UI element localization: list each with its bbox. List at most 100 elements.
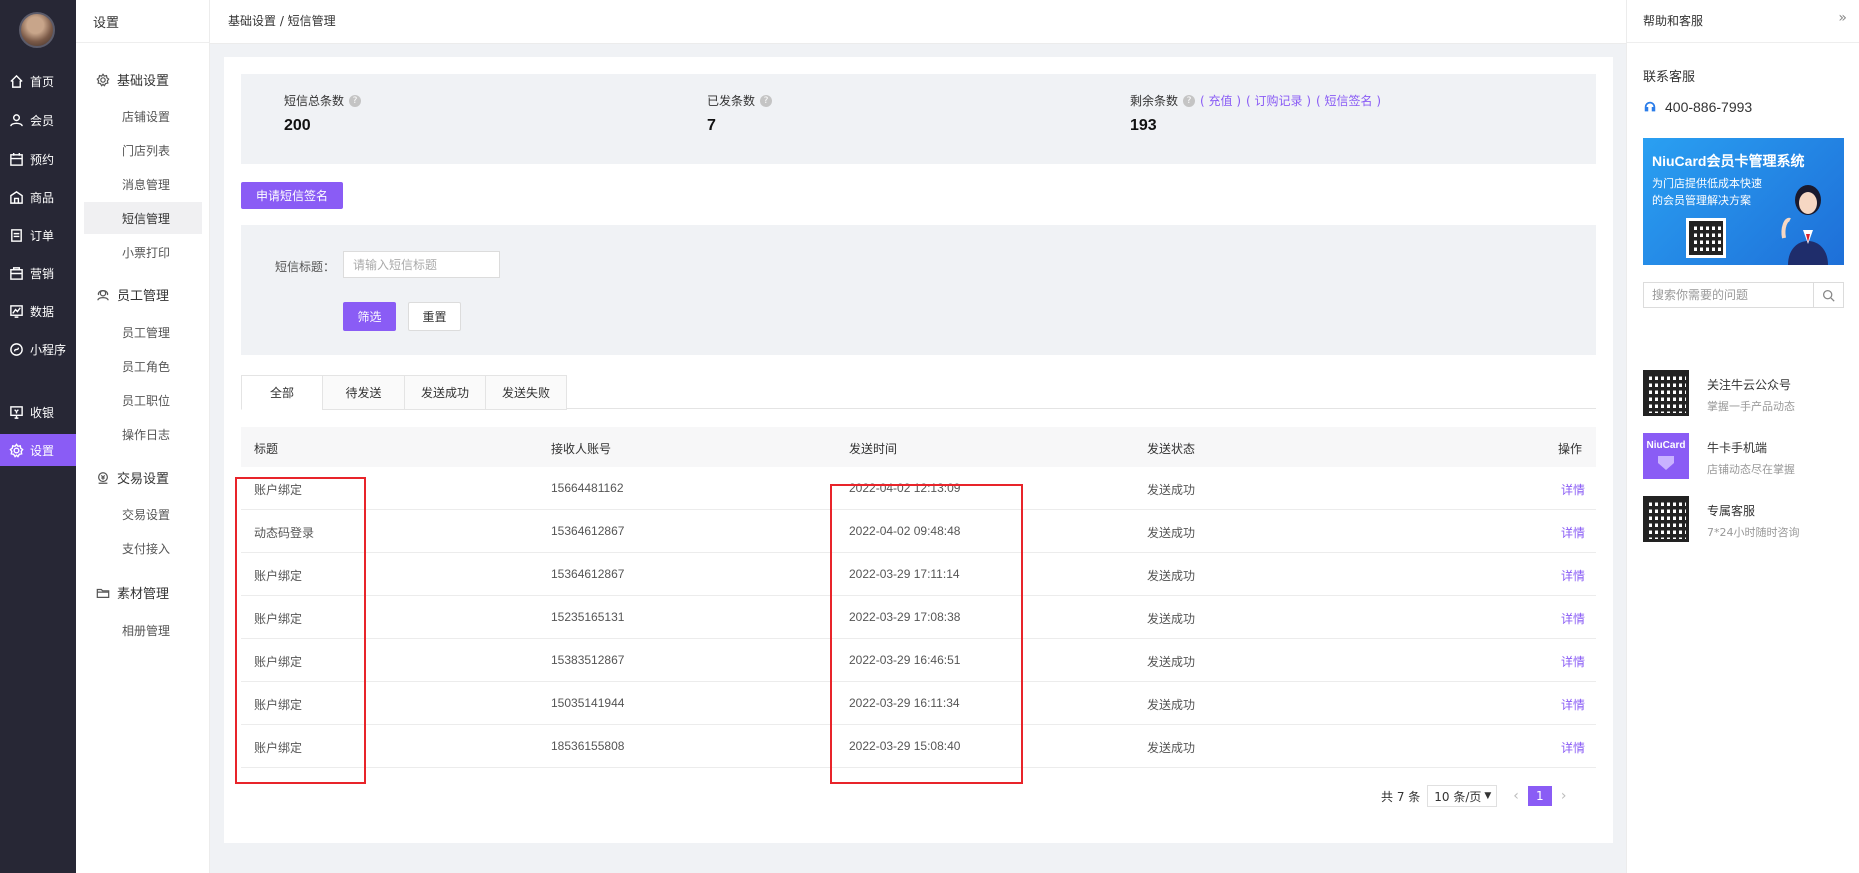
nav-item-label: 首页 bbox=[30, 74, 55, 89]
purchase-records-link[interactable]: ( 订购记录 ) bbox=[1246, 92, 1311, 109]
detail-link[interactable]: 详情 bbox=[1561, 610, 1585, 627]
miniapp-icon bbox=[7, 340, 25, 358]
niucard-banner[interactable]: NiuCard会员卡管理系统 为门店提供低成本快速的会员管理解决方案 bbox=[1643, 138, 1844, 265]
avatar[interactable] bbox=[19, 12, 55, 48]
page-size-select[interactable]: 10 条/页 ▼ bbox=[1427, 785, 1498, 807]
detail-link[interactable]: 详情 bbox=[1561, 481, 1585, 498]
home-icon bbox=[7, 72, 25, 90]
collapse-double-chevron-icon[interactable]: » bbox=[1838, 10, 1847, 26]
sidebar-group-material[interactable]: 素材管理 bbox=[96, 583, 169, 602]
sidebar-item-operation-log[interactable]: 操作日志 bbox=[84, 418, 202, 450]
cell-title: 账户绑定 bbox=[254, 612, 303, 626]
sidebar-group-staff[interactable]: 员工管理 bbox=[96, 285, 169, 304]
promo-title: 牛卡手机端 bbox=[1707, 441, 1768, 455]
detail-link[interactable]: 详情 bbox=[1561, 739, 1585, 756]
sidebar-group-basic[interactable]: 基础设置 bbox=[96, 70, 169, 89]
sidebar-item-store-list[interactable]: 门店列表 bbox=[84, 134, 202, 166]
tab-success[interactable]: 发送成功 bbox=[404, 375, 486, 410]
table-row: 账户绑定 15364612867 2022-03-29 17:11:14 发送成… bbox=[241, 553, 1596, 596]
qr-code-icon bbox=[1643, 370, 1689, 416]
banner-subtitle: 为门店提供低成本快速的会员管理解决方案 bbox=[1652, 177, 1762, 207]
next-page-icon[interactable]: › bbox=[1561, 788, 1567, 804]
nav-item-miniapp[interactable]: 小程序 bbox=[0, 333, 76, 365]
nav-item-label: 会员 bbox=[30, 113, 55, 128]
sidebar-item-payment[interactable]: 支付接入 bbox=[84, 532, 202, 564]
nav-item-data[interactable]: 数据 bbox=[0, 295, 76, 327]
nav-item-marketing[interactable]: 营销 bbox=[0, 257, 76, 289]
help-icon[interactable]: ? bbox=[760, 94, 773, 107]
phone-number: 400-886-7993 bbox=[1665, 99, 1753, 115]
table-row: 账户绑定 15383512867 2022-03-29 16:46:51 发送成… bbox=[241, 639, 1596, 682]
order-icon bbox=[7, 226, 25, 244]
sidebar-item-staff-manage[interactable]: 员工管理 bbox=[84, 316, 202, 348]
nav-item-home[interactable]: 首页 bbox=[0, 65, 76, 97]
sidebar-item-store-settings[interactable]: 店铺设置 bbox=[84, 100, 202, 132]
table-row: 账户绑定 18536155808 2022-03-29 15:08:40 发送成… bbox=[241, 725, 1596, 768]
nav-item-order[interactable]: 订单 bbox=[0, 219, 76, 251]
promo-wechat[interactable]: 关注牛云公众号 掌握一手产品动态 bbox=[1643, 370, 1844, 418]
customer-service-person-icon bbox=[1781, 185, 1828, 265]
caret-down-icon: ▼ bbox=[1484, 791, 1492, 801]
cell-status: 发送成功 bbox=[1147, 741, 1196, 755]
promo-title: 关注牛云公众号 bbox=[1707, 378, 1792, 392]
nav-item-label: 预约 bbox=[30, 152, 55, 167]
nav-item-goods[interactable]: 商品 bbox=[0, 181, 76, 213]
sidebar-item-staff-position[interactable]: 员工职位 bbox=[84, 384, 202, 416]
reset-button[interactable]: 重置 bbox=[408, 302, 461, 331]
cell-status: 发送成功 bbox=[1147, 569, 1196, 583]
service-phone: 400-886-7993 bbox=[1643, 99, 1752, 115]
search-icon bbox=[1822, 289, 1835, 302]
calendar-icon bbox=[7, 150, 25, 168]
tab-all[interactable]: 全部 bbox=[241, 375, 323, 410]
cell-account: 15035141944 bbox=[551, 696, 625, 710]
detail-link[interactable]: 详情 bbox=[1561, 524, 1585, 541]
sidebar-item-album[interactable]: 相册管理 bbox=[84, 614, 202, 646]
sidebar-item-staff-role[interactable]: 员工角色 bbox=[84, 350, 202, 382]
sidebar-item-sms[interactable]: 短信管理 bbox=[84, 202, 202, 234]
detail-link[interactable]: 详情 bbox=[1561, 567, 1585, 584]
nav-item-booking[interactable]: 预约 bbox=[0, 143, 76, 175]
tab-failed[interactable]: 发送失败 bbox=[485, 375, 567, 410]
help-icon[interactable]: ? bbox=[349, 94, 362, 107]
nav-item-cashier[interactable]: 收银 bbox=[0, 396, 76, 428]
nav-item-settings[interactable]: 设置 bbox=[0, 434, 76, 466]
status-tabs: 全部 待发送 发送成功 发送失败 bbox=[241, 375, 1596, 410]
tab-pending[interactable]: 待发送 bbox=[322, 375, 405, 410]
col-account: 接收人账号 bbox=[551, 442, 612, 456]
detail-link[interactable]: 详情 bbox=[1561, 653, 1585, 670]
cell-title: 账户绑定 bbox=[254, 698, 303, 712]
help-icon[interactable]: ? bbox=[1183, 94, 1196, 107]
sms-signature-link[interactable]: ( 短信签名 ) bbox=[1316, 92, 1381, 109]
recharge-link[interactable]: ( 充值 ) bbox=[1200, 92, 1241, 109]
sidebar-item-trade-settings[interactable]: 交易设置 bbox=[84, 498, 202, 530]
cell-account: 18536155808 bbox=[551, 739, 625, 753]
cell-status: 发送成功 bbox=[1147, 655, 1196, 669]
settings-sidebar: 设置 基础设置 店铺设置 门店列表 消息管理 短信管理 小票打印 员工管理 员工… bbox=[76, 0, 210, 873]
prev-page-icon[interactable]: ‹ bbox=[1513, 788, 1519, 804]
stat-total: 短信总条数? 200 bbox=[284, 92, 362, 135]
cell-title: 账户绑定 bbox=[254, 741, 303, 755]
nav-item-label: 营销 bbox=[30, 266, 55, 281]
help-search-input[interactable] bbox=[1644, 283, 1813, 307]
stat-sent-value: 7 bbox=[707, 117, 716, 134]
niucard-app-icon: NiuCard bbox=[1643, 433, 1689, 479]
cashier-icon bbox=[7, 403, 25, 421]
cell-status: 发送成功 bbox=[1147, 483, 1196, 497]
promo-mobile-app[interactable]: NiuCard 牛卡手机端 店铺动态尽在掌握 bbox=[1643, 433, 1844, 481]
sidebar-item-receipt-print[interactable]: 小票打印 bbox=[84, 236, 202, 268]
help-search-button[interactable] bbox=[1813, 283, 1843, 307]
sms-title-input[interactable] bbox=[343, 251, 500, 278]
promo-exclusive-service[interactable]: 专属客服 7*24小时随时咨询 bbox=[1643, 496, 1844, 544]
sidebar-item-message[interactable]: 消息管理 bbox=[84, 168, 202, 200]
sidebar-group-trade[interactable]: 交易设置 bbox=[96, 468, 169, 487]
apply-sms-signature-button[interactable]: 申请短信签名 bbox=[241, 182, 343, 209]
nav-item-member[interactable]: 会员 bbox=[0, 104, 76, 136]
page-button-current[interactable]: 1 bbox=[1527, 786, 1552, 806]
cell-time: 2022-03-29 15:08:40 bbox=[849, 739, 961, 753]
filter-button[interactable]: 筛选 bbox=[343, 302, 396, 331]
cell-account: 15235165131 bbox=[551, 610, 625, 624]
stat-remaining-value: 193 bbox=[1130, 117, 1157, 134]
page-size-value: 10 条/页 bbox=[1434, 789, 1482, 804]
cell-time: 2022-04-02 12:13:09 bbox=[849, 481, 961, 495]
detail-link[interactable]: 详情 bbox=[1561, 696, 1585, 713]
